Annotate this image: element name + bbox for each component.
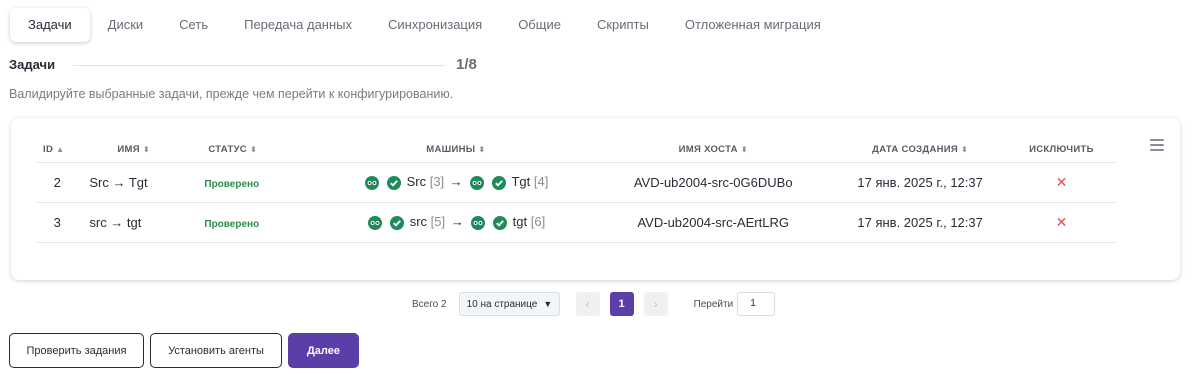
row-id: 2 — [53, 174, 61, 190]
tab-tasks[interactable]: Задачи — [10, 8, 90, 42]
table-row: 3 src → tgt Проверено src [5] → tgt [6] … — [37, 202, 1117, 242]
row-name: Src → Tgt — [89, 174, 148, 190]
table-header-row: ID ▲ ИМЯ ⬍ СТАТУС ⬍ МАШИНЫ ⬍ ИМЯ ХОСТА ⬍ ДАТА… — [37, 138, 1117, 162]
check-circle-icon — [492, 175, 507, 190]
check-circle-icon — [390, 215, 405, 230]
tasks-table: ID ▲ ИМЯ ⬍ СТАТУС ⬍ МАШИНЫ ⬍ ИМЯ ХОСТА ⬍ ДАТА… — [37, 138, 1117, 243]
row-hostname: AVD-ub2004-src-AErtLRG — [637, 214, 789, 230]
column-menu-icon[interactable] — [1150, 139, 1164, 151]
col-header-id[interactable]: ID ▲ — [37, 138, 77, 162]
page-size-select[interactable]: 10 на странице ▼ — [458, 292, 560, 316]
pagination: Всего 2 10 на странице ▼ ‹ 1 › Перейти 1 — [412, 292, 776, 316]
tab-sync[interactable]: Синхронизация — [370, 8, 500, 42]
sort-icon: ⬍ — [740, 145, 748, 155]
col-header-name[interactable]: ИМЯ ⬍ — [77, 138, 188, 162]
row-created-date: 17 янв. 2025 г., 12:37 — [857, 214, 983, 230]
col-header-machines[interactable]: МАШИНЫ ⬍ — [320, 138, 593, 162]
page-button-current[interactable]: 1 — [609, 292, 634, 316]
tab-data-transfer[interactable]: Передача данных — [226, 8, 370, 42]
linux-os-icon — [365, 175, 380, 190]
row-created-date: 17 янв. 2025 г., 12:37 — [857, 174, 983, 190]
source-machine-name: src — [409, 214, 428, 230]
step-counter: 1/8 — [456, 56, 477, 73]
row-machines: Src [3] → Tgt [4] — [320, 162, 593, 202]
prev-page-button[interactable]: ‹ — [575, 292, 600, 316]
status-badge: Проверено — [204, 178, 260, 190]
linux-os-icon — [470, 175, 485, 190]
total-count: Всего 2 — [412, 298, 447, 310]
target-machine-index: [6] — [530, 214, 546, 230]
col-header-date[interactable]: ДАТА СОЗДАНИЯ ⬍ — [834, 138, 1006, 162]
target-machine-name: Tgt — [511, 174, 531, 190]
goto-page-input[interactable]: 1 — [737, 292, 776, 316]
tab-network[interactable]: Сеть — [161, 8, 226, 42]
status-badge: Проверено — [204, 218, 260, 230]
exclude-icon[interactable]: ✕ — [1056, 214, 1068, 230]
step-title: Задачи — [9, 57, 56, 72]
tab-deferred-migration[interactable]: Отложенная миграция — [667, 8, 839, 42]
arrow-right-icon: → — [450, 214, 464, 230]
check-tasks-button[interactable]: Проверить задания — [9, 333, 144, 368]
sort-icon: ⬍ — [249, 145, 257, 155]
sort-icon: ⬍ — [478, 145, 486, 155]
step-header: Задачи 1/8 — [9, 56, 487, 73]
chevron-left-icon: ‹ — [585, 297, 590, 311]
install-agents-button[interactable]: Установить агенты — [150, 333, 282, 368]
tab-disks[interactable]: Диски — [90, 8, 162, 42]
exclude-icon[interactable]: ✕ — [1056, 174, 1068, 190]
step-divider — [73, 65, 445, 66]
arrow-right-icon: → — [449, 174, 463, 190]
sort-icon: ⬍ — [961, 145, 969, 155]
row-name: src → tgt — [89, 214, 142, 230]
table-row: 2 Src → Tgt Проверено Src [3] → Tgt [4] … — [37, 162, 1117, 202]
source-machine-name: Src — [406, 174, 427, 190]
step-description: Валидируйте выбранные задачи, прежде чем… — [9, 87, 454, 101]
next-page-button[interactable]: › — [643, 292, 668, 316]
chevron-right-icon: › — [653, 297, 658, 311]
tasks-card: ID ▲ ИМЯ ⬍ СТАТУС ⬍ МАШИНЫ ⬍ ИМЯ ХОСТА ⬍ ДАТА… — [11, 118, 1180, 280]
col-header-host[interactable]: ИМЯ ХОСТА ⬍ — [592, 138, 834, 162]
check-circle-icon — [386, 175, 401, 190]
caret-down-icon: ▼ — [543, 299, 553, 309]
target-machine-index: [4] — [533, 174, 549, 190]
tab-general[interactable]: Общие — [500, 8, 579, 42]
check-circle-icon — [493, 215, 508, 230]
row-id: 3 — [53, 214, 61, 230]
col-header-status[interactable]: СТАТУС ⬍ — [188, 138, 319, 162]
source-machine-index: [5] — [430, 214, 446, 230]
sort-icon: ⬍ — [142, 145, 150, 155]
linux-os-icon — [368, 215, 383, 230]
sort-asc-icon: ▲ — [56, 145, 65, 155]
tab-bar: Задачи Диски Сеть Передача данных Синхро… — [10, 7, 839, 43]
tab-scripts[interactable]: Скрипты — [579, 8, 667, 42]
row-machines: src [5] → tgt [6] — [320, 202, 593, 242]
target-machine-name: tgt — [512, 214, 528, 230]
col-header-exclude: ИСКЛЮЧИТЬ — [1029, 144, 1094, 156]
linux-os-icon — [471, 215, 486, 230]
goto-label: Перейти — [693, 298, 734, 310]
source-machine-index: [3] — [429, 174, 445, 190]
next-button[interactable]: Далее — [288, 333, 359, 368]
row-hostname: AVD-ub2004-src-0G6DUBo — [633, 174, 793, 190]
